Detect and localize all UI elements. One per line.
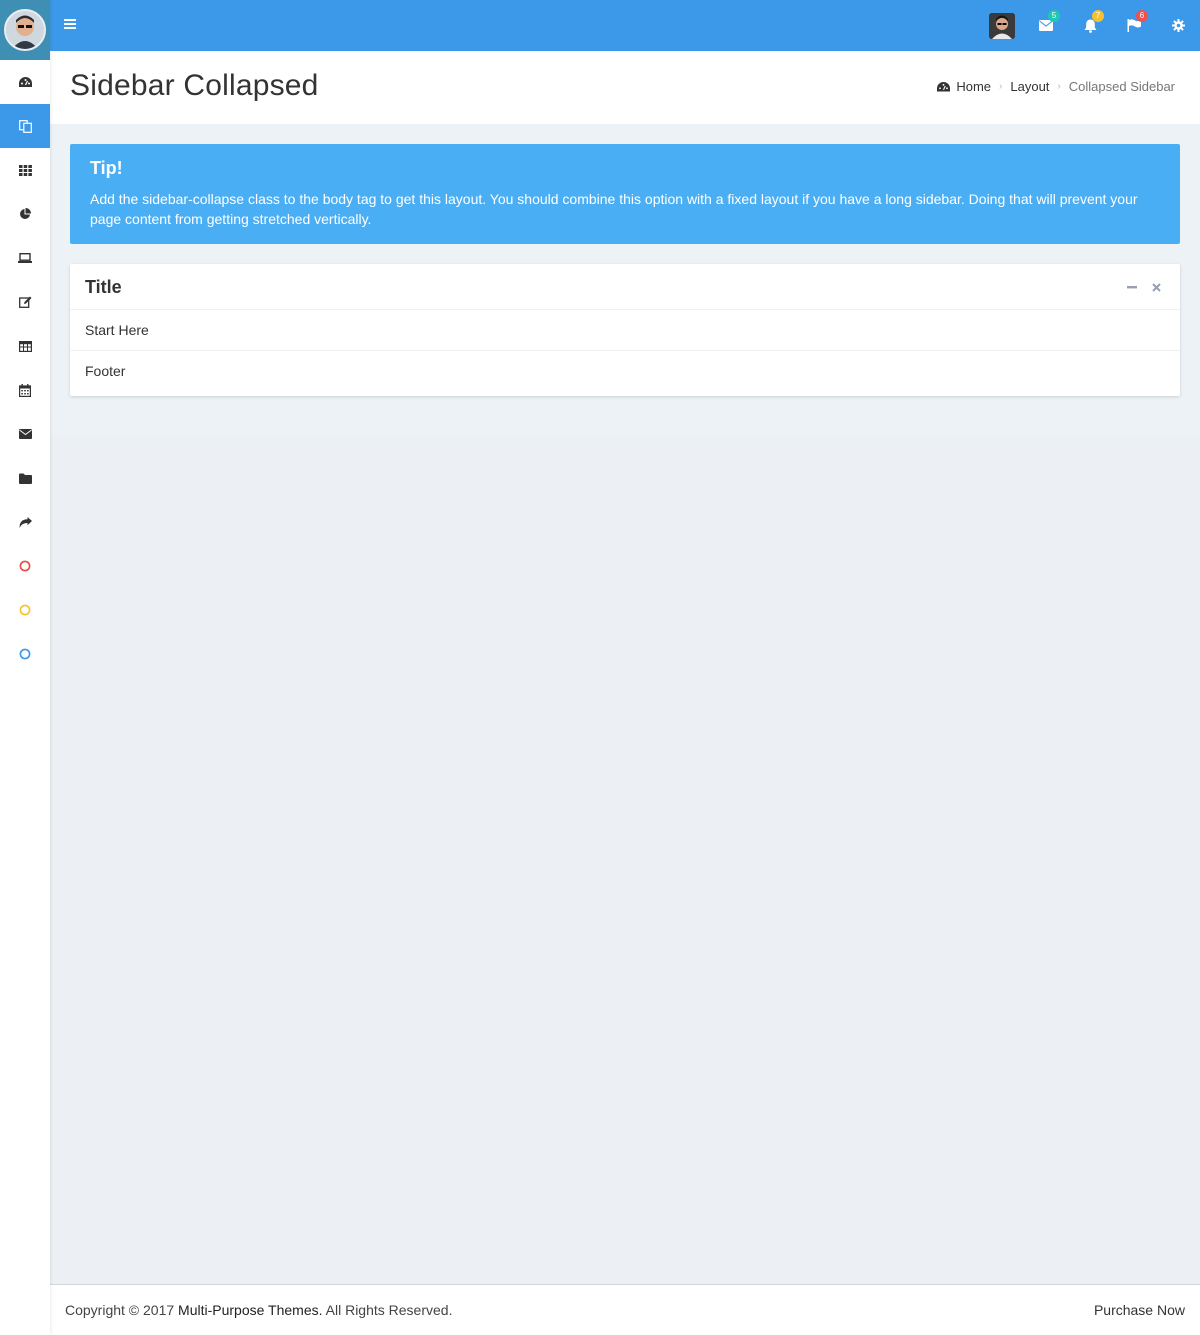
copyright-text: Copyright © 2017 Multi-Purpose Themes. A…: [65, 1302, 452, 1318]
circle-blue-icon: [19, 648, 31, 660]
user-menu-button[interactable]: [980, 0, 1024, 51]
sidebar-item-widgets[interactable]: [0, 148, 50, 192]
notifications-button[interactable]: 7: [1068, 0, 1112, 51]
page-title: Sidebar Collapsed: [70, 69, 319, 102]
sidebar-item-ui-elements[interactable]: [0, 236, 50, 280]
laptop-icon: [18, 253, 32, 263]
sidebar-item-label-warning[interactable]: [0, 588, 50, 632]
user-avatar: [989, 12, 1015, 39]
tasks-badge: 6: [1136, 10, 1148, 22]
remove-button[interactable]: [1151, 280, 1162, 294]
copyright-suffix: All Rights Reserved.: [322, 1302, 453, 1318]
edit-icon: [18, 296, 31, 308]
notifications-badge: 7: [1092, 10, 1104, 22]
hamburger-icon: [64, 19, 76, 29]
dashboard-icon: [937, 81, 951, 91]
sidebar-item-pages[interactable]: [0, 456, 50, 500]
circle-red-icon: [19, 560, 31, 572]
sidebar-item-label-info[interactable]: [0, 632, 50, 676]
avatar[interactable]: [4, 9, 46, 51]
box-title: Title: [85, 277, 122, 297]
messages-button[interactable]: 5: [1024, 0, 1068, 51]
main-footer: Copyright © 2017 Multi-Purpose Themes. A…: [50, 1284, 1200, 1335]
brand-link[interactable]: Multi-Purpose Themes.: [178, 1302, 322, 1318]
box-body: Start Here: [70, 310, 1180, 351]
sidebar-user-panel[interactable]: [0, 0, 50, 60]
copy-icon: [18, 119, 32, 133]
messages-badge: 5: [1048, 10, 1060, 22]
copyright-prefix: Copyright © 2017: [65, 1302, 179, 1318]
share-icon: [19, 516, 32, 528]
sidebar-item-dashboard[interactable]: [0, 60, 50, 104]
breadcrumb-layout[interactable]: Layout: [1010, 79, 1049, 94]
content-box: Title Start Here Footer: [70, 264, 1180, 396]
folder-icon: [18, 473, 32, 484]
breadcrumb-home-label: Home: [956, 79, 992, 94]
sidebar: [0, 0, 50, 1335]
box-footer: Footer: [85, 363, 126, 379]
grid-icon: [18, 164, 32, 176]
callout-title: Tip!: [90, 158, 123, 178]
breadcrumb: Home › Layout › Collapsed Sidebar: [937, 79, 1175, 94]
purchase-now-link[interactable]: Purchase Now: [1094, 1302, 1185, 1318]
dashboard-icon: [18, 76, 32, 87]
sidebar-item-layout[interactable]: [0, 104, 50, 148]
box-tools: [1126, 280, 1162, 294]
envelope-icon: [18, 429, 32, 439]
sidebar-item-multilevel[interactable]: [0, 500, 50, 544]
chevron-right-icon: ›: [1057, 81, 1061, 92]
gear-icon: [1171, 19, 1185, 32]
breadcrumb-home[interactable]: Home: [937, 79, 991, 94]
minus-icon: [1126, 285, 1137, 288]
callout-text: Add the sidebar-collapse class to the bo…: [90, 191, 1138, 227]
calendar-icon: [19, 383, 31, 397]
breadcrumb-current: Collapsed Sidebar: [1068, 79, 1175, 94]
sidebar-item-calendar[interactable]: [0, 368, 50, 412]
pie-chart-icon: [20, 208, 31, 219]
sidebar-item-charts[interactable]: [0, 192, 50, 236]
sidebar-item-mailbox[interactable]: [0, 412, 50, 456]
envelope-icon: [1039, 20, 1053, 31]
table-icon: [18, 340, 32, 352]
navbar-right: 5 7 6: [980, 0, 1200, 51]
tip-callout: Tip! Add the sidebar-collapse class to t…: [70, 144, 1180, 244]
top-navbar: 5 7 6: [50, 0, 1200, 51]
settings-button[interactable]: [1156, 0, 1200, 51]
content-header: Sidebar Collapsed Home › Layout › Collap…: [50, 51, 1200, 124]
chevron-right-icon: ›: [999, 81, 1003, 92]
sidebar-item-forms[interactable]: [0, 280, 50, 324]
box-header: Title: [70, 264, 1180, 310]
sidebar-item-label-important[interactable]: [0, 544, 50, 588]
sidebar-toggle-button[interactable]: [64, 17, 78, 31]
tasks-button[interactable]: 6: [1112, 0, 1156, 51]
circle-yellow-icon: [19, 604, 31, 616]
close-icon: [1152, 282, 1161, 292]
sidebar-item-tables[interactable]: [0, 324, 50, 368]
collapse-button[interactable]: [1126, 280, 1137, 294]
